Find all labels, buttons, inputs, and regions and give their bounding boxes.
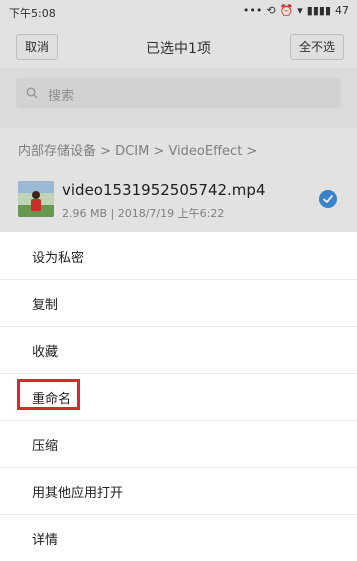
file-manager-background: 下午5:08 ••• ⟲ ⏰ ▾ ▮▮▮▮ 47 取消 已选中1项 全不选 搜索… xyxy=(0,0,357,232)
menu-item-open-with[interactable]: 用其他应用打开 xyxy=(0,467,357,515)
menu-item-label: 用其他应用打开 xyxy=(32,486,124,501)
menu-item-copy[interactable]: 复制 xyxy=(0,279,357,327)
rename-highlight-box xyxy=(17,379,80,410)
menu-item-compress[interactable]: 压缩 xyxy=(0,420,357,468)
dim-overlay[interactable] xyxy=(0,0,357,232)
menu-item-set-private[interactable]: 设为私密 xyxy=(0,232,357,280)
menu-item-label: 收藏 xyxy=(32,345,59,360)
menu-item-label: 压缩 xyxy=(32,439,59,454)
menu-item-label: 复制 xyxy=(32,298,59,313)
menu-item-label: 详情 xyxy=(32,533,59,548)
menu-item-label: 设为私密 xyxy=(32,251,85,266)
menu-item-favorite[interactable]: 收藏 xyxy=(0,326,357,374)
action-menu: 设为私密 复制 收藏 重命名 压缩 用其他应用打开 详情 xyxy=(0,232,357,554)
